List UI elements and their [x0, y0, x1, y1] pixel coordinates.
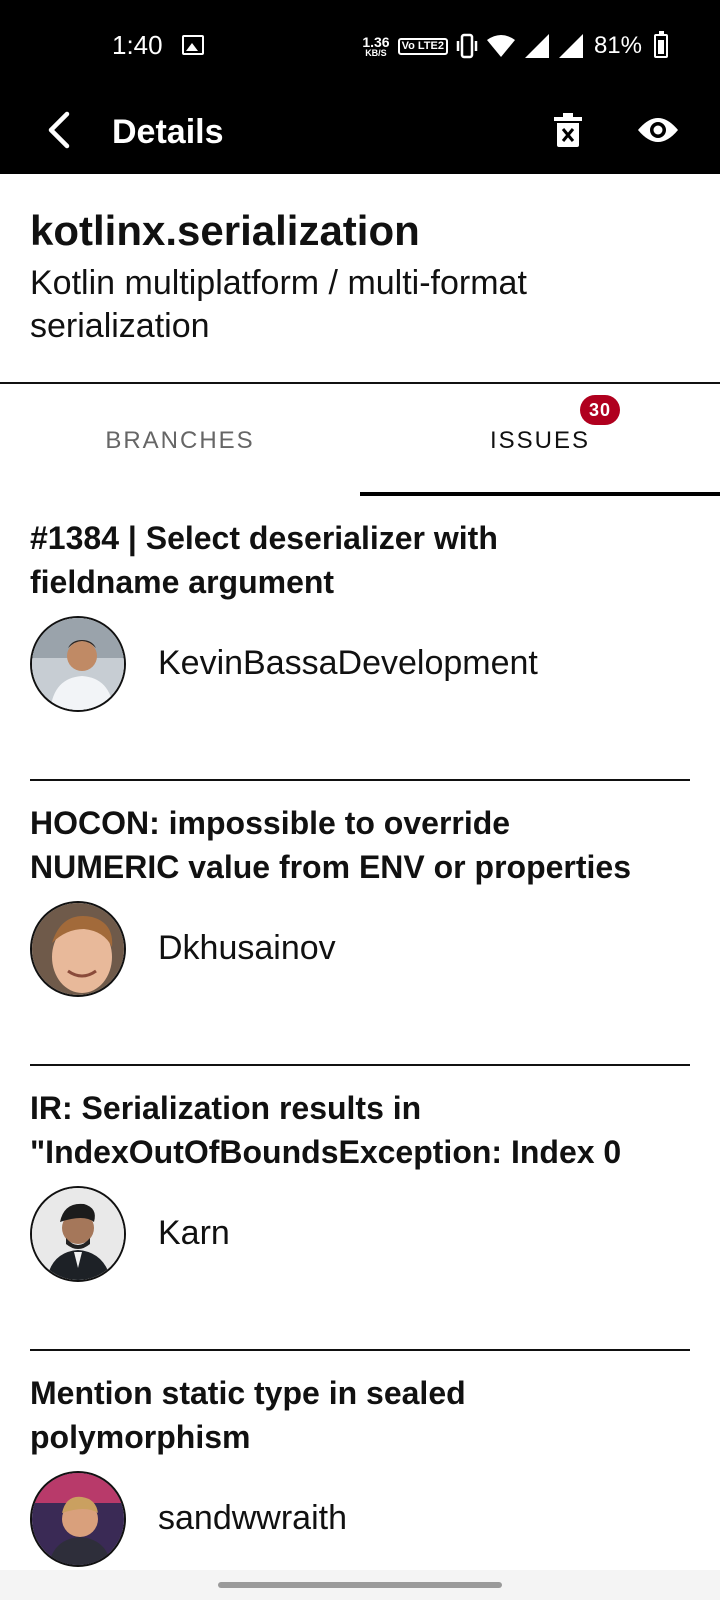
volte-indicator: Vo LTE2: [397, 37, 448, 55]
battery-icon: [654, 31, 668, 58]
issue-title: #1384 | Select deserializer with fieldna…: [30, 516, 690, 604]
page-title: Details: [112, 113, 224, 151]
status-bar: 1:40 1.36 KB/S Vo LTE2 81%: [0, 0, 720, 92]
issue-title-line1: HOCON: impossible to override: [30, 805, 511, 841]
issue-title-line2: polymorphism: [30, 1419, 251, 1455]
signal-icon: [524, 34, 549, 58]
tab-branches[interactable]: BRANCHES: [0, 386, 360, 496]
tab-branches-label: BRANCHES: [105, 427, 255, 454]
issue-title-line1: IR: Serialization results in: [30, 1090, 422, 1126]
avatar: [30, 901, 126, 997]
issue-list-item[interactable]: Mention static type in sealed polymorphi…: [30, 1351, 690, 1600]
issue-title: HOCON: impossible to override NUMERIC va…: [30, 801, 690, 889]
repo-description: Kotlin multiplatform / multi-format seri…: [30, 264, 527, 345]
network-speed-value: 1.36: [362, 33, 390, 50]
repo-name: kotlinx.serialization: [30, 207, 420, 254]
issue-list-item[interactable]: HOCON: impossible to override NUMERIC va…: [30, 781, 690, 1066]
watch-button[interactable]: [630, 102, 686, 158]
navigation-bar: [0, 1570, 720, 1600]
issue-title-line1: #1384 | Select deserializer with: [30, 520, 498, 556]
back-arrow-icon: [48, 111, 70, 149]
tab-issues-label-wrap: ISSUES 30: [489, 395, 621, 455]
back-button[interactable]: [30, 102, 86, 158]
issue-list-item[interactable]: #1384 | Select deserializer with fieldna…: [30, 496, 690, 781]
avatar: [30, 1186, 126, 1282]
issue-list: #1384 | Select deserializer with fieldna…: [30, 496, 690, 1600]
network-speed: 1.36 KB/S: [362, 35, 389, 58]
home-gesture-handle[interactable]: [218, 1582, 502, 1588]
avatar-image: [32, 903, 124, 995]
issue-title-line2: "IndexOutOfBoundsException: Index 0: [30, 1134, 622, 1170]
repo-header: kotlinx.serialization Kotlin multiplatfo…: [0, 174, 720, 384]
issue-author: KevinBassaDevelopment: [158, 644, 538, 682]
delete-button[interactable]: [540, 102, 596, 158]
tab-issues-label: ISSUES: [489, 427, 591, 454]
delete-icon: [554, 113, 582, 147]
image-icon: [182, 35, 204, 55]
issue-author: Karn: [158, 1214, 230, 1252]
status-indicators: 1.36 KB/S Vo LTE2 81%: [362, 30, 668, 62]
issue-list-item[interactable]: IR: Serialization results in "IndexOutOf…: [30, 1066, 690, 1351]
issue-title-line1: Mention static type in sealed: [30, 1375, 466, 1411]
tab-issues[interactable]: ISSUES 30: [360, 386, 720, 496]
app-bar: Details: [0, 92, 720, 174]
avatar-image: [32, 1188, 124, 1280]
signal-icon: [558, 34, 583, 58]
avatar: [30, 1471, 126, 1567]
vibrate-icon: [456, 33, 478, 59]
avatar-image: [32, 618, 124, 710]
network-speed-unit: KB/S: [365, 47, 387, 58]
issue-title-line2: NUMERIC value from ENV or properties: [30, 849, 631, 885]
avatar-image: [32, 1473, 124, 1565]
issue-author: sandwwraith: [158, 1499, 347, 1537]
issues-count-badge: 30: [580, 395, 621, 425]
tab-bar: BRANCHES ISSUES 30: [0, 386, 720, 496]
avatar: [30, 616, 126, 712]
issue-title-line2: fieldname argument: [30, 564, 335, 600]
status-time: 1:40: [112, 30, 163, 60]
issue-author: Dkhusainov: [158, 929, 336, 967]
wifi-icon: [486, 35, 515, 57]
battery-percent: 81%: [593, 32, 642, 59]
issue-title: IR: Serialization results in "IndexOutOf…: [30, 1086, 690, 1174]
eye-icon: [638, 118, 678, 142]
issue-title: Mention static type in sealed polymorphi…: [30, 1371, 690, 1459]
